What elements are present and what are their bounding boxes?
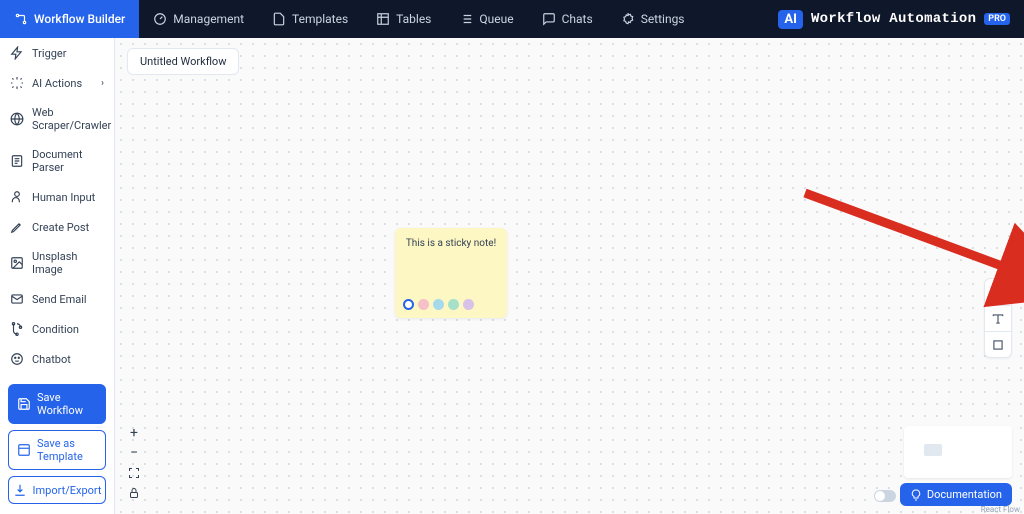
file-icon	[272, 12, 286, 26]
button-label: Save Workflow	[37, 391, 97, 417]
sidebar-label: Trigger	[32, 47, 66, 60]
color-option-green[interactable]	[448, 299, 459, 310]
person-icon	[10, 190, 24, 204]
fit-view-button[interactable]	[125, 464, 143, 482]
button-label: Import/Export	[33, 484, 102, 497]
nav-label: Management	[173, 12, 244, 26]
image-icon	[10, 256, 24, 270]
sidebar-item-send-email[interactable]: Send Email	[0, 284, 114, 314]
sidebar-item-web-scraper[interactable]: Web Scraper/Crawler	[0, 98, 114, 140]
sticky-note[interactable]: This is a sticky note!	[395, 228, 507, 318]
lock-button[interactable]	[125, 484, 143, 502]
bolt-icon	[10, 46, 24, 60]
nav-workflow-builder[interactable]: Workflow Builder	[0, 0, 139, 38]
sidebar-item-ai-actions[interactable]: AI Actions ›	[0, 68, 114, 98]
sidebar-label: AI Actions	[32, 77, 82, 90]
import-export-button[interactable]: Import/Export	[8, 476, 106, 504]
gauge-icon	[153, 12, 167, 26]
color-option-blue[interactable]	[433, 299, 444, 310]
save-workflow-button[interactable]: Save Workflow	[8, 384, 106, 424]
nav-label: Workflow Builder	[34, 12, 125, 26]
document-icon	[10, 154, 24, 168]
globe-icon	[10, 112, 24, 126]
save-as-template-button[interactable]: Save as Template	[8, 430, 106, 470]
color-option-pink[interactable]	[418, 299, 429, 310]
nav-management[interactable]: Management	[139, 0, 258, 38]
ai-badge: AI	[778, 10, 803, 29]
nav-label: Queue	[479, 12, 513, 26]
settings-icon	[621, 12, 635, 26]
sidebar: Trigger AI Actions› Web Scraper/Crawler …	[0, 38, 115, 514]
toggle-switch[interactable]	[874, 490, 896, 502]
sidebar-label: Chatbot	[32, 353, 71, 366]
workflow-icon	[14, 12, 28, 26]
text-tool-button[interactable]	[985, 305, 1011, 331]
sidebar-item-document-parser[interactable]: Document Parser	[0, 140, 114, 182]
sidebar-item-chatbot[interactable]: Chatbot	[0, 344, 114, 374]
sidebar-item-condition[interactable]: Condition	[0, 314, 114, 344]
save-icon	[17, 397, 31, 411]
minimap-viewport	[924, 444, 942, 456]
sidebar-label: Send Email	[32, 293, 87, 306]
nav-chats[interactable]: Chats	[528, 0, 607, 38]
lightbulb-icon	[910, 489, 922, 501]
sidebar-label: Create Post	[32, 221, 89, 234]
nav-tables[interactable]: Tables	[362, 0, 445, 38]
chat-icon	[542, 12, 556, 26]
sidebar-item-trigger[interactable]: Trigger	[0, 38, 114, 68]
workflow-title[interactable]: Untitled Workflow	[127, 48, 239, 75]
documentation-button[interactable]: Documentation	[900, 483, 1012, 506]
template-icon	[17, 443, 31, 457]
sidebar-label: Document Parser	[32, 148, 104, 174]
pro-badge: PRO	[984, 13, 1010, 25]
mail-icon	[10, 292, 24, 306]
brand-area: AI Workflow Automation PRO	[778, 10, 1024, 29]
shape-tool-button[interactable]	[985, 331, 1011, 357]
sidebar-label: Web Scraper/Crawler	[32, 106, 111, 132]
color-option-selected[interactable]	[403, 299, 414, 310]
table-icon	[376, 12, 390, 26]
brand-name: Workflow Automation	[811, 11, 976, 27]
import-export-icon	[13, 483, 27, 497]
toggle-knob	[875, 491, 885, 501]
pencil-icon	[10, 220, 24, 234]
workflow-canvas[interactable]: Untitled Workflow This is a sticky note!	[115, 38, 1024, 514]
sidebar-item-unsplash[interactable]: Unsplash Image	[0, 242, 114, 284]
button-label: Save as Template	[37, 437, 97, 463]
nav-label: Templates	[292, 12, 348, 26]
button-label: Documentation	[927, 488, 1002, 501]
nav-label: Settings	[641, 12, 685, 26]
sticky-color-picker	[403, 299, 499, 310]
sparkle-icon	[10, 76, 24, 90]
sticky-note-text[interactable]: This is a sticky note!	[403, 238, 499, 249]
sidebar-label: Unsplash Image	[32, 250, 104, 276]
minimap[interactable]	[904, 426, 1012, 478]
zoom-out-button[interactable]: −	[125, 444, 143, 462]
zoom-controls: + −	[125, 424, 143, 502]
color-option-purple[interactable]	[463, 299, 474, 310]
nav-label: Tables	[396, 12, 431, 26]
canvas-tool-panel	[984, 278, 1012, 358]
edit-tool-button[interactable]	[985, 279, 1011, 305]
zoom-in-button[interactable]: +	[125, 424, 143, 442]
nav-settings[interactable]: Settings	[607, 0, 699, 38]
reactflow-attribution: React Flow	[981, 505, 1020, 514]
sidebar-label: Condition	[32, 323, 79, 336]
list-icon	[459, 12, 473, 26]
nav-templates[interactable]: Templates	[258, 0, 362, 38]
sidebar-label: Human Input	[32, 191, 95, 204]
chatbot-icon	[10, 352, 24, 366]
nav-queue[interactable]: Queue	[445, 0, 527, 38]
branch-icon	[10, 322, 24, 336]
nav-label: Chats	[562, 12, 593, 26]
chevron-right-icon: ›	[101, 78, 104, 89]
sidebar-item-human-input[interactable]: Human Input	[0, 182, 114, 212]
top-nav: Workflow Builder Management Templates Ta…	[0, 0, 1024, 38]
sidebar-item-create-post[interactable]: Create Post	[0, 212, 114, 242]
